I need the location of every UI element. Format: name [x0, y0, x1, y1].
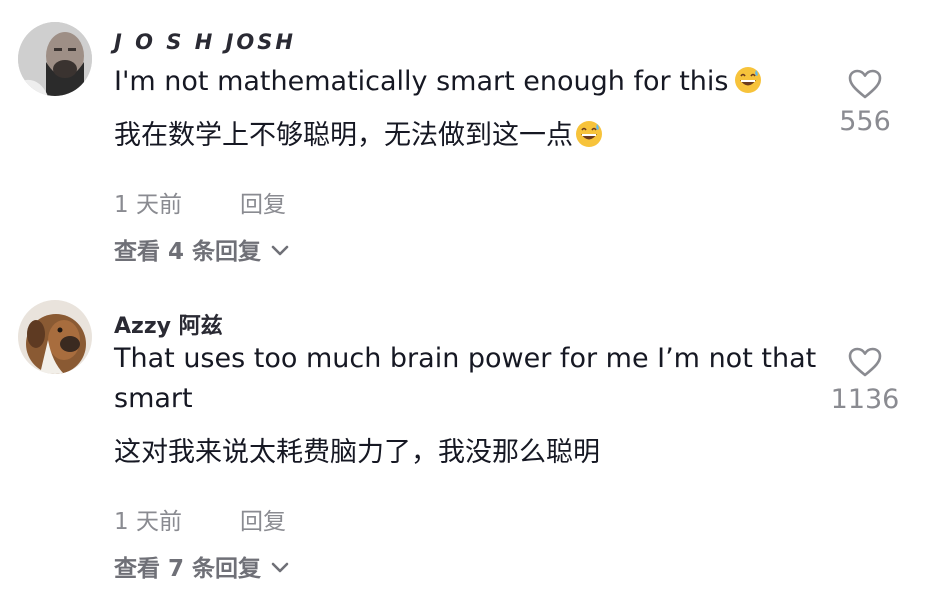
view-replies-label: 查看 7 条回复 [114, 556, 262, 582]
view-replies-button[interactable]: 查看 7 条回复 [114, 549, 289, 583]
comment-username[interactable]: Azzy 阿兹 [114, 308, 223, 340]
user-avatar[interactable] [18, 300, 92, 374]
like-count: 556 [839, 106, 891, 137]
avatar-photo-icon [18, 22, 92, 96]
reply-button[interactable]: 回复 [240, 502, 286, 536]
comment-text: I'm not mathematically smart enough for … [114, 62, 824, 102]
chevron-down-icon [271, 554, 289, 580]
heart-outline-icon [848, 347, 882, 377]
like-button[interactable]: 1136 [830, 346, 900, 415]
grinning-sweat-emoji-icon [576, 121, 602, 147]
reply-button[interactable]: 回复 [240, 185, 286, 219]
comment-translation: 这对我来说太耗费脑力了，我没那么聪明 [114, 437, 600, 468]
avatar-photo-icon [18, 300, 92, 374]
comment-translation: 我在数学上不够聪明，无法做到这一点 [114, 116, 834, 156]
view-replies-label: 查看 4 条回复 [114, 239, 262, 265]
like-button[interactable]: 556 [830, 68, 900, 137]
comment-meta: 1 天前 回复 [114, 185, 286, 219]
comment-username[interactable]: J O S H JOSH [114, 30, 296, 54]
comment-meta: 1 天前 回复 [114, 502, 286, 536]
comment-time: 1 天前 [114, 509, 182, 535]
view-replies-button[interactable]: 查看 4 条回复 [114, 232, 289, 266]
chevron-down-icon [271, 237, 289, 263]
comment-text-content: I'm not mathematically smart enough for … [114, 66, 729, 97]
heart-outline-icon [848, 69, 882, 99]
user-avatar[interactable] [18, 22, 92, 96]
grinning-sweat-emoji-icon [735, 67, 762, 93]
comment-text: That uses too much brain power for me I’… [114, 343, 817, 414]
like-count: 1136 [830, 384, 900, 415]
comment-time: 1 天前 [114, 192, 182, 218]
comment-translation-content: 我在数学上不够聪明，无法做到这一点 [114, 120, 573, 151]
